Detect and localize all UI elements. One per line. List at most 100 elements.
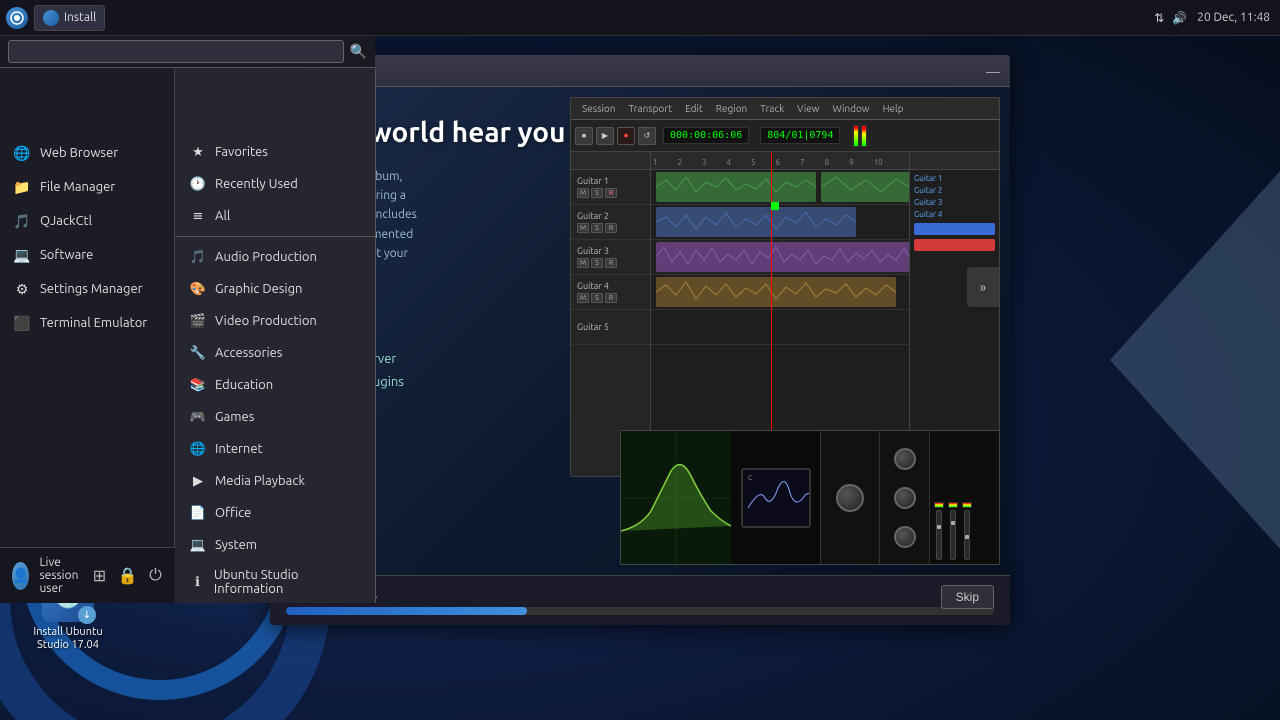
menu-right-label-ubuntu-studio-info: Ubuntu Studio Information [214, 568, 361, 596]
menu-right-item-education[interactable]: 📚 Education [175, 369, 375, 401]
menu-right-item-system[interactable]: 💻 System [175, 529, 375, 561]
daw-menu-help[interactable]: Help [878, 103, 909, 114]
synth-knob-1[interactable] [894, 448, 916, 470]
daw-plugin-slot-0[interactable] [914, 223, 995, 235]
menu-right-item-games[interactable]: 🎮 Games [175, 401, 375, 433]
window-close-button[interactable]: — [986, 63, 1000, 79]
daw-menu-region[interactable]: Region [711, 103, 752, 114]
progress-fill [286, 607, 527, 615]
daw-forward-button[interactable]: » [967, 267, 999, 307]
menu-left-label-software: Software [40, 248, 93, 262]
menu-right-label-graphic-design: Graphic Design [215, 282, 302, 296]
menu-left-item-terminal-emulator[interactable]: ⬛ Terminal Emulator [0, 306, 174, 340]
taskbar-launcher-icon[interactable] [6, 7, 28, 29]
search-button[interactable]: 🔍 [350, 43, 367, 60]
track-rec-2[interactable]: R [605, 258, 617, 268]
daw-fx-label-4: Guitar 4 [914, 210, 995, 219]
power-button[interactable]: ⏻ [144, 565, 166, 587]
menu-right-item-audio-production[interactable]: 🎵 Audio Production [175, 241, 375, 273]
daw-clip-3-0[interactable] [656, 277, 896, 307]
lock-button[interactable]: 🔒 [116, 565, 138, 587]
mixer-fader-track-1[interactable] [950, 510, 956, 560]
track-rec-3[interactable]: R [605, 293, 617, 303]
search-input[interactable] [8, 40, 344, 63]
daw-play-btn[interactable]: ▶ [596, 127, 614, 145]
menu-left-item-web-browser[interactable]: 🌐 Web Browser [0, 136, 174, 170]
mixer-fader-2 [962, 502, 972, 560]
daw-menu-session[interactable]: Session [577, 103, 620, 114]
menu-left-label-settings-manager: Settings Manager [40, 282, 143, 296]
synth-waveform-svg: C [743, 468, 809, 528]
track-rec-1[interactable]: R [605, 223, 617, 233]
skip-button[interactable]: Skip [941, 585, 994, 609]
track-mute-3[interactable]: M [577, 293, 589, 303]
taskbar-install-app-button[interactable]: Install [34, 5, 105, 31]
daw-menu-view[interactable]: View [792, 103, 824, 114]
bg-decoration-triangle [1110, 160, 1280, 560]
synth-knob-0[interactable] [836, 484, 864, 512]
daw-menu-edit[interactable]: Edit [680, 103, 708, 114]
user-name-label: Live session user [39, 556, 78, 595]
multidesktop-button[interactable]: ⊞ [88, 565, 110, 587]
daw-clip-1-0[interactable] [656, 207, 856, 237]
menu-right-item-all[interactable]: ≡ All [175, 200, 375, 232]
track-rec-0[interactable]: R [605, 188, 617, 198]
daw-track-list: Guitar 1 M S R Guitar 2 M S [571, 152, 651, 476]
daw-menu-window[interactable]: Window [828, 103, 875, 114]
track-controls-3: M S R [577, 293, 644, 303]
menu-left-item-software[interactable]: 💻 Software [0, 238, 174, 272]
menu-right-item-recently-used[interactable]: 🕐 Recently Used [175, 168, 375, 200]
synth-eq-section [621, 431, 731, 564]
taskbar-left: Install [0, 5, 105, 31]
menu-right-item-favorites[interactable]: ★ Favorites [175, 136, 375, 168]
audio-production-icon: 🎵 [189, 248, 207, 266]
daw-playhead [771, 152, 772, 476]
synth-extra-knobs [879, 431, 929, 564]
synth-knob-3[interactable] [894, 526, 916, 548]
menu-search-bar: 🔍 [0, 36, 375, 68]
track-mute-0[interactable]: M [577, 188, 589, 198]
mixer-vu-0 [934, 502, 944, 508]
daw-plugin-slot-1[interactable] [914, 239, 995, 251]
menu-left-item-qjackctl[interactable]: 🎵 QJackCtl [0, 204, 174, 238]
menu-right-item-video-production[interactable]: 🎬 Video Production [175, 305, 375, 337]
daw-fx-label: Guitar 1 [914, 174, 995, 183]
menu-left-item-file-manager[interactable]: 📁 File Manager [0, 170, 174, 204]
menu-right-item-office[interactable]: 📄 Office [175, 497, 375, 529]
daw-clip-0-1[interactable] [821, 172, 909, 202]
menu-right-item-ubuntu-studio-info[interactable]: ℹ Ubuntu Studio Information [175, 561, 375, 603]
track-solo-3[interactable]: S [591, 293, 603, 303]
menu-right-item-media-playback[interactable]: ▶ Media Playback [175, 465, 375, 497]
track-solo-1[interactable]: S [591, 223, 603, 233]
daw-menu-track[interactable]: Track [755, 103, 789, 114]
track-mute-2[interactable]: M [577, 258, 589, 268]
menu-left-label-qjackctl: QJackCtl [40, 214, 92, 228]
track-solo-2[interactable]: S [591, 258, 603, 268]
track-solo-0[interactable]: S [591, 188, 603, 198]
taskbar-system-icons: ⇅ 🔊 [1154, 11, 1187, 25]
daw-track-item-0: Guitar 1 M S R [571, 170, 650, 205]
daw-screenshot: Session Transport Edit Region Track View… [570, 97, 1000, 477]
synth-mixer-strip [929, 431, 999, 564]
track-mute-1[interactable]: M [577, 223, 589, 233]
menu-right-label-games: Games [215, 410, 254, 424]
daw-clip-2-0[interactable] [656, 242, 909, 272]
daw-loop-btn[interactable]: ↺ [638, 127, 656, 145]
terminal-emulator-icon: ⬛ [12, 313, 32, 333]
mixer-fader-1 [948, 502, 958, 560]
daw-header: Session Transport Edit Region Track View… [571, 98, 999, 120]
daw-menu-transport[interactable]: Transport [623, 103, 677, 114]
daw-record-btn[interactable]: ⏺ [617, 127, 635, 145]
daw-track-name-2: Guitar 3 [577, 246, 644, 256]
install-content: t the world hear you ecording an album, … [270, 87, 1010, 625]
menu-left-item-settings-manager[interactable]: ⚙ Settings Manager [0, 272, 174, 306]
mixer-fader-track-2[interactable] [964, 510, 970, 560]
synth-knob-2[interactable] [894, 487, 916, 509]
daw-clip-0-0[interactable] [656, 172, 816, 202]
menu-right-item-internet[interactable]: 🌐 Internet [175, 433, 375, 465]
synth-panel: C [620, 430, 1000, 565]
mixer-fader-track-0[interactable] [936, 510, 942, 560]
menu-right-item-accessories[interactable]: 🔧 Accessories [175, 337, 375, 369]
menu-right-item-graphic-design[interactable]: 🎨 Graphic Design [175, 273, 375, 305]
daw-stop-btn[interactable]: ⏹ [575, 127, 593, 145]
